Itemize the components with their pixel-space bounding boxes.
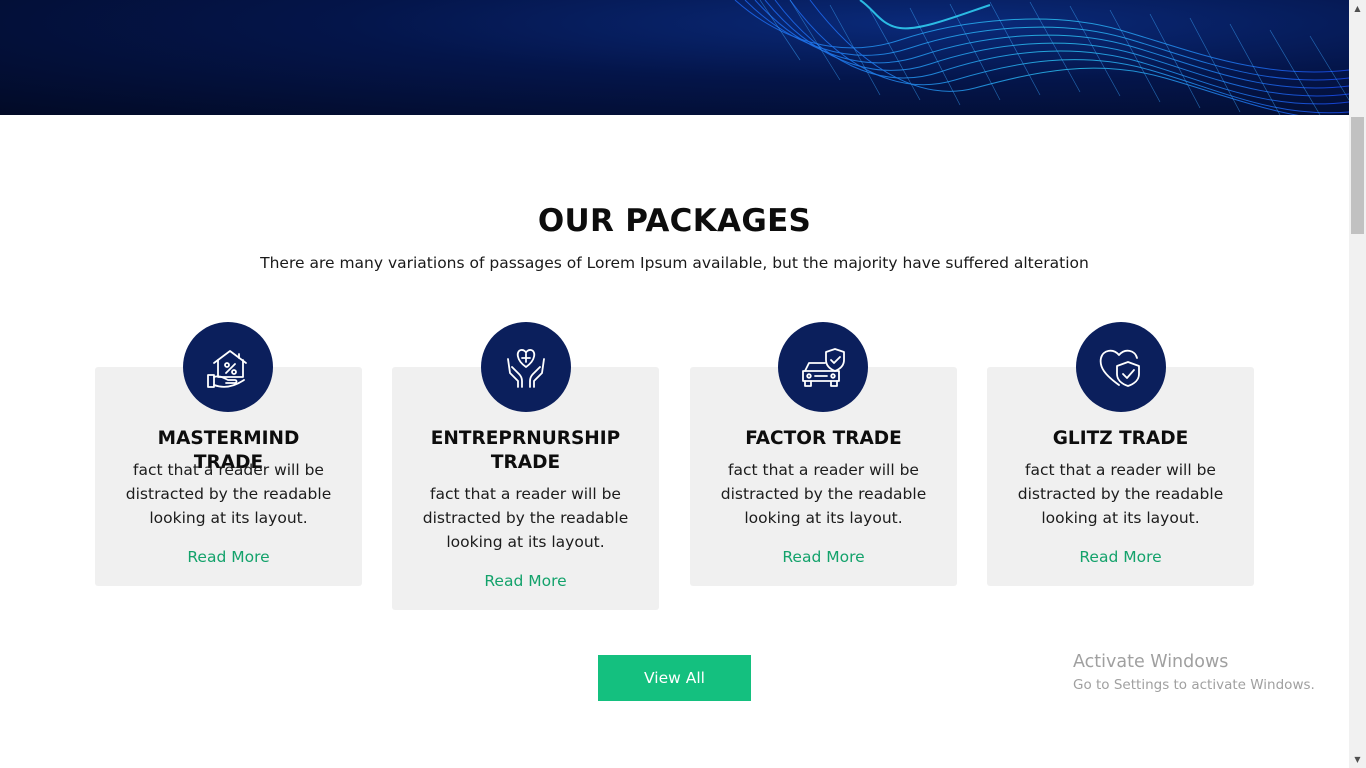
package-description: fact that a reader will be distracted by… xyxy=(1017,461,1224,527)
read-more-link[interactable]: Read More xyxy=(690,548,957,566)
watermark-title: Activate Windows xyxy=(1073,652,1229,672)
scroll-down-arrow-icon[interactable]: ▼ xyxy=(1349,751,1366,768)
package-title: ENTREPRNURSHIP TRADE xyxy=(430,428,621,473)
package-title: FACTOR TRADE xyxy=(745,428,902,449)
package-description: fact that a reader will be distracted by… xyxy=(422,485,629,551)
section-title: OUR PACKAGES xyxy=(537,203,812,239)
view-all-button[interactable]: View All xyxy=(598,655,751,701)
watermark-subtitle: Go to Settings to activate Windows. xyxy=(1073,677,1315,693)
read-more-link[interactable]: Read More xyxy=(987,548,1254,566)
house-hand-icon xyxy=(183,322,273,412)
scrollbar-thumb[interactable] xyxy=(1351,117,1364,234)
activate-windows-watermark: Activate Windows Go to Settings to activ… xyxy=(1073,651,1315,696)
read-more-link[interactable]: Read More xyxy=(95,548,362,566)
package-description: fact that a reader will be distracted by… xyxy=(720,461,927,527)
car-shield-icon xyxy=(778,322,868,412)
heart-hands-icon xyxy=(481,322,571,412)
package-description: fact that a reader will be distracted by… xyxy=(125,461,332,527)
section-subtitle: There are many variations of passages of… xyxy=(260,254,1089,272)
scroll-up-arrow-icon[interactable]: ▲ xyxy=(1349,0,1366,17)
read-more-link[interactable]: Read More xyxy=(392,572,659,590)
vertical-scrollbar[interactable]: ▲ ▼ xyxy=(1349,0,1366,768)
heart-shield-icon xyxy=(1076,322,1166,412)
hero-wave-graphic xyxy=(734,0,1349,115)
page: OUR PACKAGES There are many variations o… xyxy=(0,0,1366,768)
package-title: GLITZ TRADE xyxy=(1052,428,1189,449)
hero-banner xyxy=(0,0,1349,115)
